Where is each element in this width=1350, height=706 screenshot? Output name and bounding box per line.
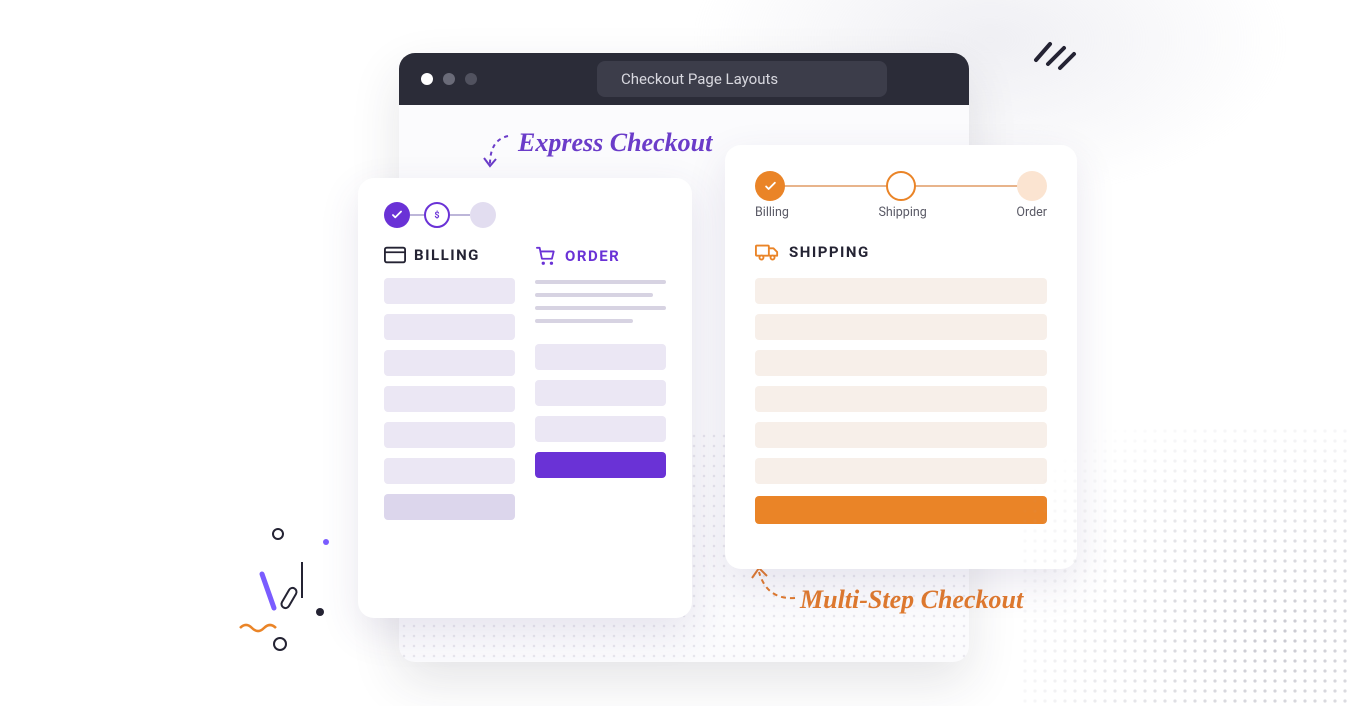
- shipping-heading: SHIPPING: [755, 242, 1047, 262]
- billing-field[interactable]: [384, 278, 515, 304]
- multi-step-checkout-annotation: Multi-Step Checkout: [800, 585, 1023, 615]
- order-heading: ORDER: [535, 246, 666, 266]
- cart-icon: [535, 246, 557, 266]
- express-step-line: [450, 214, 470, 216]
- express-checkout-annotation: Express Checkout: [518, 128, 712, 158]
- url-bar[interactable]: Checkout Page Layouts: [597, 61, 887, 97]
- check-icon: [763, 179, 778, 194]
- decoration-scribble-icon: [1026, 24, 1082, 76]
- check-icon: [390, 208, 404, 222]
- shipping-field[interactable]: [755, 386, 1047, 412]
- traffic-lights[interactable]: [421, 73, 477, 85]
- traffic-dot-minimize[interactable]: [443, 73, 455, 85]
- billing-heading: BILLING: [384, 246, 515, 264]
- billing-column: BILLING: [384, 246, 515, 530]
- order-line: [535, 319, 633, 323]
- decoration-doodle-icon: [238, 520, 398, 660]
- billing-field[interactable]: [384, 458, 515, 484]
- billing-field[interactable]: [384, 386, 515, 412]
- billing-field[interactable]: [384, 350, 515, 376]
- shipping-submit-button[interactable]: [755, 496, 1047, 524]
- multi-step-label-order: Order: [1016, 205, 1047, 220]
- shipping-field[interactable]: [755, 458, 1047, 484]
- shipping-field[interactable]: [755, 422, 1047, 448]
- arrow-express-icon: [478, 130, 518, 175]
- express-step-2[interactable]: $: [424, 202, 450, 228]
- billing-field[interactable]: [384, 314, 515, 340]
- express-step-3[interactable]: [470, 202, 496, 228]
- express-stepper: $: [384, 202, 666, 228]
- multi-step-billing[interactable]: [755, 171, 785, 201]
- order-field[interactable]: [535, 416, 666, 442]
- dollar-icon: $: [431, 209, 443, 221]
- billing-label: BILLING: [414, 246, 480, 264]
- shipping-field[interactable]: [755, 314, 1047, 340]
- order-field[interactable]: [535, 380, 666, 406]
- traffic-dot-zoom[interactable]: [465, 73, 477, 85]
- multi-step-labels: Billing Shipping Order: [755, 205, 1047, 220]
- decoration-halftone-icon: [1020, 426, 1350, 706]
- express-step-line: [410, 214, 424, 216]
- order-label: ORDER: [565, 247, 620, 265]
- shipping-label: SHIPPING: [789, 243, 870, 261]
- traffic-dot-close[interactable]: [421, 73, 433, 85]
- multi-step-shipping[interactable]: [886, 171, 916, 201]
- order-line: [535, 293, 653, 297]
- credit-card-icon: [384, 246, 406, 264]
- order-field[interactable]: [535, 344, 666, 370]
- multi-stepper: [755, 171, 1047, 201]
- order-line: [535, 280, 666, 284]
- svg-text:$: $: [434, 210, 439, 221]
- billing-field[interactable]: [384, 422, 515, 448]
- multi-step-label-shipping: Shipping: [878, 205, 926, 220]
- express-step-1[interactable]: [384, 202, 410, 228]
- multi-step-label-billing: Billing: [755, 205, 789, 220]
- order-submit-button[interactable]: [535, 452, 666, 478]
- shipping-field[interactable]: [755, 278, 1047, 304]
- order-column: ORDER: [535, 246, 666, 530]
- order-line: [535, 306, 666, 310]
- express-checkout-card: $ BILLING: [358, 178, 692, 618]
- shipping-field[interactable]: [755, 350, 1047, 376]
- truck-icon: [755, 242, 779, 262]
- billing-button[interactable]: [384, 494, 515, 520]
- browser-titlebar: Checkout Page Layouts: [399, 53, 969, 105]
- multi-step-order[interactable]: [1017, 171, 1047, 201]
